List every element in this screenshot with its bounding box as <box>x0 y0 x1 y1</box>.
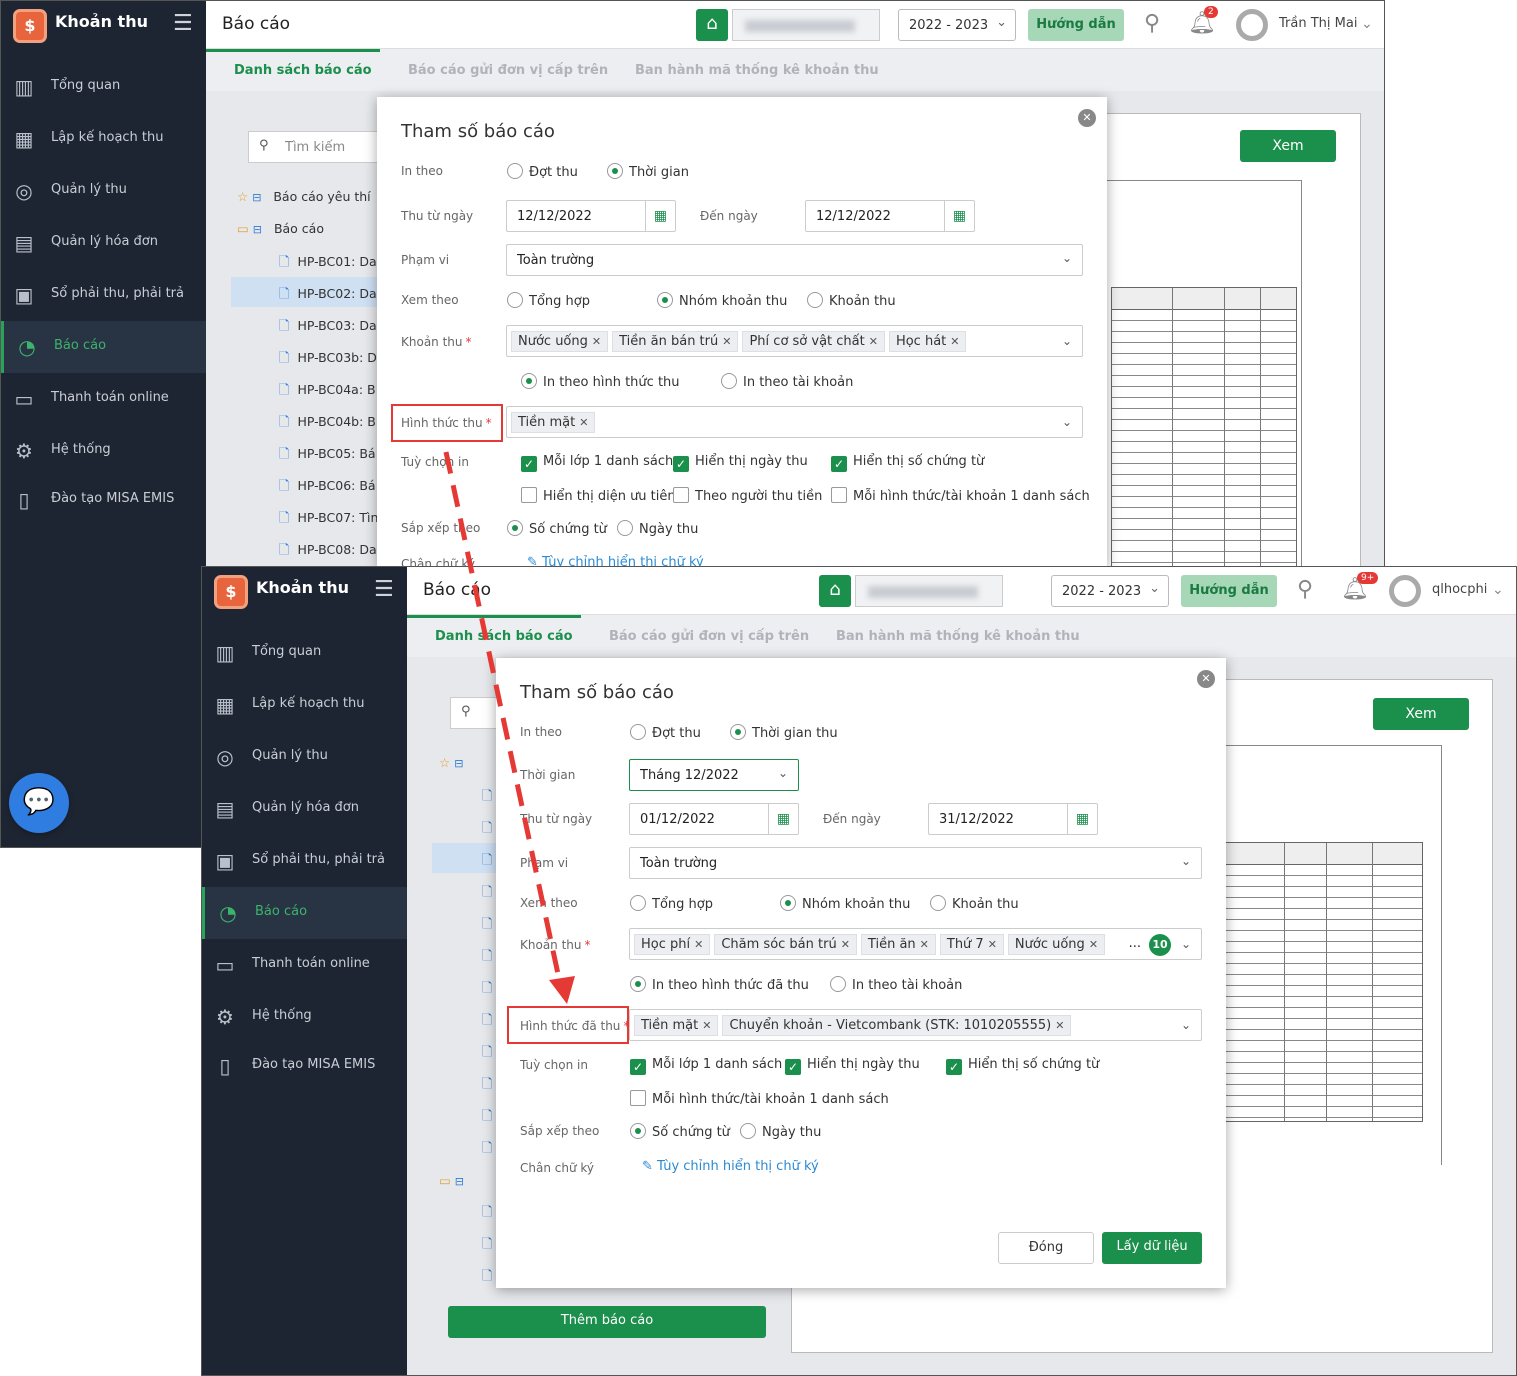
arrow-head <box>549 976 575 1004</box>
arrow-line <box>443 451 564 989</box>
connector-arrow <box>443 451 575 1004</box>
